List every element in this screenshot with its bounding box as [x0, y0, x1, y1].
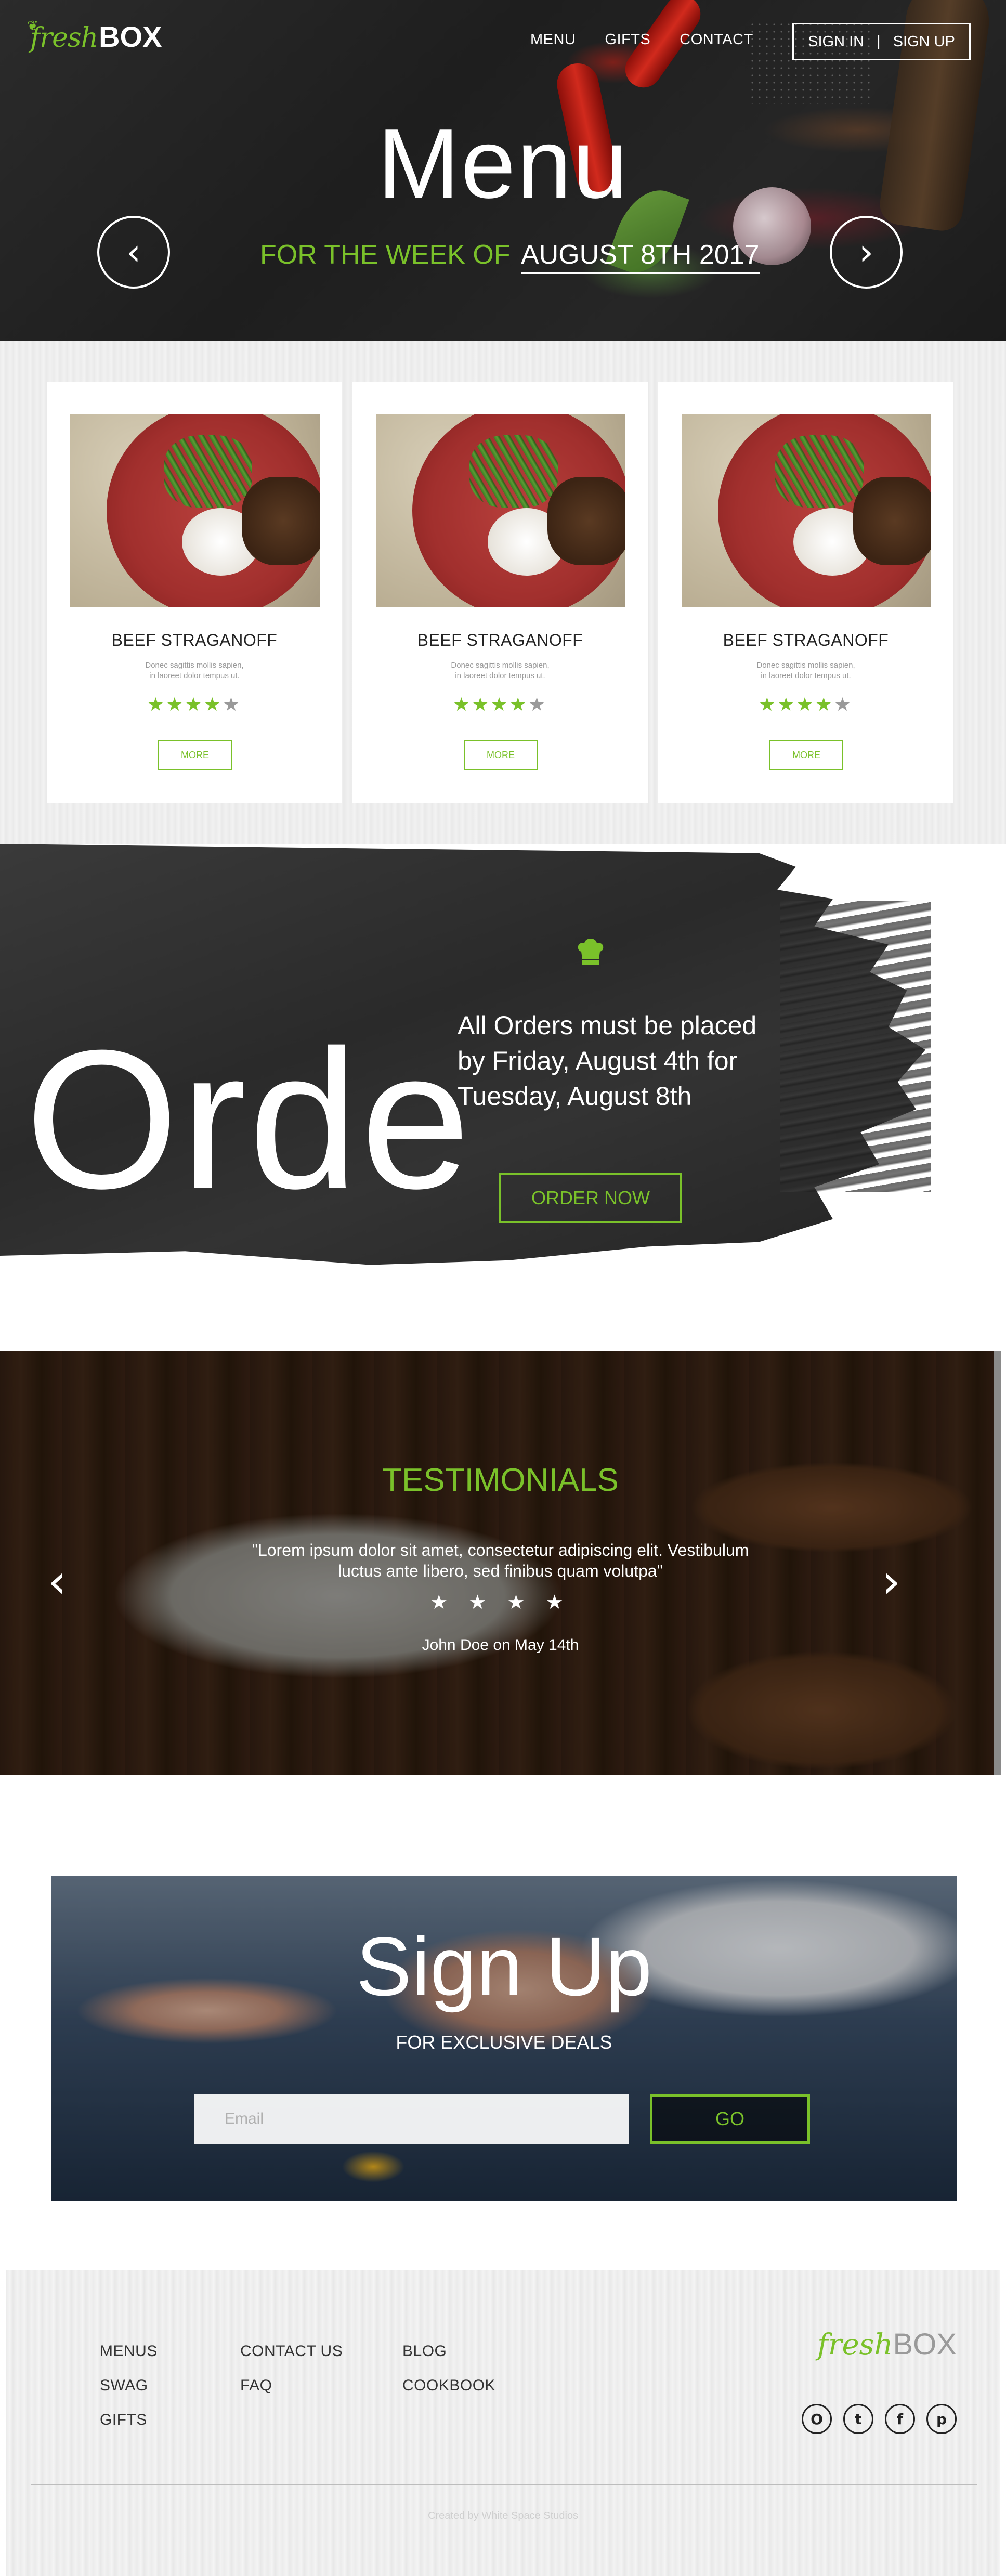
instagram-icon[interactable]: O — [802, 2404, 832, 2434]
star-filled-icon: ★ — [509, 694, 529, 715]
sign-in-link[interactable]: SIGN IN — [808, 33, 864, 50]
nav-contact[interactable]: CONTACT — [680, 31, 753, 48]
testimonials-section: TESTIMONIALS ‹ "Lorem ipsum dolor sit am… — [0, 1351, 1001, 1775]
footer-link-blog[interactable]: BLOG — [402, 2343, 495, 2360]
star-empty-icon: ★ — [834, 694, 853, 715]
order-heading: Orde — [25, 1009, 473, 1230]
footer-col-3: BLOG COOKBOOK — [402, 2343, 495, 2411]
nav-gifts[interactable]: GIFTS — [605, 31, 650, 48]
footer-link-gifts[interactable]: GIFTS — [100, 2411, 158, 2429]
testimonial-next-button[interactable]: › — [882, 1558, 900, 1605]
logo-fresh: fresh — [30, 22, 98, 54]
week-date[interactable]: AUGUST 8TH 2017 — [520, 240, 760, 274]
menu-card: BEEF STRAGANOFF Donec sagittis mollis sa… — [658, 382, 953, 803]
footer-col-1: MENUS SWAG GIFTS — [100, 2343, 158, 2445]
sign-up-link[interactable]: SIGN UP — [893, 33, 955, 50]
testimonial-author: John Doe on May 14th — [422, 1636, 579, 1654]
signup-subtitle: FOR EXCLUSIVE DEALS — [396, 2032, 612, 2053]
go-button[interactable]: GO — [650, 2094, 810, 2144]
twitter-icon[interactable]: t — [843, 2404, 873, 2434]
footer-logo[interactable]: fresh BOX — [817, 2327, 957, 2362]
footer-col-2: CONTACT US FAQ — [240, 2343, 343, 2411]
footer-link-swag[interactable]: SWAG — [100, 2377, 158, 2395]
order-section: Orde All Orders must be placed by Friday… — [0, 844, 1006, 1305]
more-button[interactable]: MORE — [158, 740, 232, 770]
social-links: O t f p — [802, 2404, 957, 2434]
auth-separator: | — [877, 33, 881, 50]
star-filled-icon: ★ — [759, 694, 778, 715]
menu-card: BEEF STRAGANOFF Donec sagittis mollis sa… — [47, 382, 342, 803]
week-prefix: FOR THE WEEK OF — [260, 240, 511, 270]
hero-next-button[interactable]: › — [830, 216, 903, 289]
footer-link-contact-us[interactable]: CONTACT US — [240, 2343, 343, 2360]
star-empty-icon: ★ — [223, 694, 242, 715]
testimonials-title: TESTIMONIALS — [382, 1462, 619, 1498]
star-filled-icon: ★ — [472, 694, 491, 715]
sprout-icon: ❦ — [27, 18, 38, 33]
hero-prev-button[interactable]: ‹ — [97, 216, 170, 289]
main-nav: MENU GIFTS CONTACT — [530, 31, 782, 48]
chevron-left-icon: ‹ — [126, 231, 141, 274]
footer-link-faq[interactable]: FAQ — [240, 2377, 343, 2395]
footer-link-menus[interactable]: MENUS — [100, 2343, 158, 2360]
star-filled-icon: ★ — [204, 694, 223, 715]
rating-stars: ★★★★★ — [47, 694, 342, 715]
chef-hat-icon — [578, 939, 604, 965]
order-deadline-text: All Orders must be placed by Friday, Aug… — [458, 1011, 757, 1111]
footer-divider — [31, 2484, 977, 2485]
week-label: FOR THE WEEK OF AUGUST 8TH 2017 — [260, 239, 760, 274]
dish-description: Donec sagittis mollis sapien, in laoreet … — [756, 661, 855, 680]
footer-logo-box: BOX — [893, 2327, 957, 2361]
signup-section: Sign Up FOR EXCLUSIVE DEALS GO — [51, 1876, 957, 2201]
dish-photo[interactable] — [376, 414, 625, 607]
signup-title: Sign Up — [356, 1920, 652, 2013]
dish-description: Donec sagittis mollis sapien, in laoreet … — [451, 661, 550, 680]
testimonial-stars: ★ ★ ★ ★ — [430, 1591, 571, 1614]
auth-box: SIGN IN | SIGN UP — [792, 23, 971, 60]
testimonial-quote: "Lorem ipsum dolor sit amet, consectetur… — [252, 1541, 749, 1580]
site-footer: MENUS SWAG GIFTS CONTACT US FAQ BLOG COO… — [6, 2270, 1000, 2576]
chevron-right-icon: › — [859, 231, 873, 274]
star-filled-icon: ★ — [796, 694, 816, 715]
chevron-right-icon: › — [882, 1554, 900, 1609]
site-logo[interactable]: ❦ fresh BOX — [27, 18, 162, 54]
nav-menu[interactable]: MENU — [530, 31, 576, 48]
footer-logo-fresh: fresh — [817, 2328, 893, 2362]
logo-box: BOX — [99, 20, 162, 53]
menu-section: BEEF STRAGANOFF Donec sagittis mollis sa… — [0, 341, 1006, 844]
dish-name: BEEF STRAGANOFF — [111, 631, 278, 649]
more-button[interactable]: MORE — [464, 740, 538, 770]
hero-banner: ❦ fresh BOX MENU GIFTS CONTACT SIGN IN |… — [0, 0, 1006, 341]
email-field[interactable] — [194, 2094, 629, 2144]
rating-stars: ★★★★★ — [352, 694, 648, 715]
star-empty-icon: ★ — [528, 694, 547, 715]
star-filled-icon: ★ — [815, 694, 834, 715]
star-filled-icon: ★ — [453, 694, 472, 715]
order-now-button[interactable]: ORDER NOW — [499, 1173, 682, 1223]
pinterest-icon[interactable]: p — [926, 2404, 957, 2434]
footer-credit: Created by White Space Studios — [427, 2510, 579, 2521]
page-title: Menu — [377, 109, 629, 219]
more-button[interactable]: MORE — [769, 740, 843, 770]
dish-photo[interactable] — [682, 414, 931, 607]
star-filled-icon: ★ — [147, 694, 166, 715]
dish-name: BEEF STRAGANOFF — [417, 631, 583, 649]
dish-description: Donec sagittis mollis sapien, in laoreet … — [145, 661, 244, 680]
dish-name: BEEF STRAGANOFF — [723, 631, 889, 649]
star-filled-icon: ★ — [490, 694, 510, 715]
facebook-icon[interactable]: f — [885, 2404, 915, 2434]
star-filled-icon: ★ — [777, 694, 796, 715]
menu-card: BEEF STRAGANOFF Donec sagittis mollis sa… — [352, 382, 648, 803]
star-filled-icon: ★ — [185, 694, 204, 715]
star-filled-icon: ★ — [166, 694, 185, 715]
footer-link-cookbook[interactable]: COOKBOOK — [402, 2377, 495, 2395]
dish-photo[interactable] — [70, 414, 320, 607]
rating-stars: ★★★★★ — [658, 694, 953, 715]
